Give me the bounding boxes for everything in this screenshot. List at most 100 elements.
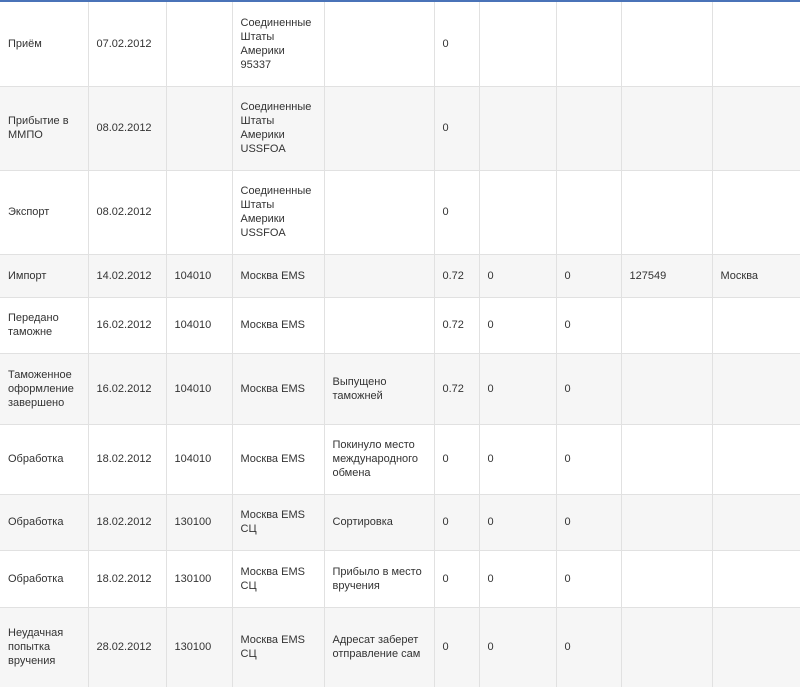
recipient-address-cell [712, 353, 800, 425]
weight-cell: 0 [434, 424, 480, 495]
declared-value-cell: 0 [479, 550, 557, 608]
index-cell: 130100 [166, 607, 233, 687]
attribute-cell [324, 254, 435, 298]
weight-cell: 0 [434, 494, 480, 551]
recipient-index-cell [621, 550, 713, 608]
recipient-address-cell [712, 424, 800, 495]
date-cell: 18.02.2012 [88, 494, 167, 551]
declared-value-cell: 0 [479, 353, 557, 425]
recipient-address-cell [712, 297, 800, 354]
cod-value-cell: 0 [556, 424, 622, 495]
index-cell: 104010 [166, 297, 233, 354]
recipient-index-cell [621, 607, 713, 687]
recipient-index-cell [621, 494, 713, 551]
attribute-cell [324, 2, 435, 87]
date-cell: 08.02.2012 [88, 86, 167, 171]
tracking-history-table: Приём 07.02.2012 Соединенные Штаты Амери… [0, 2, 800, 687]
declared-value-cell: 0 [479, 494, 557, 551]
weight-cell: 0 [434, 86, 480, 171]
weight-cell: 0 [434, 170, 480, 255]
cod-value-cell: 0 [556, 550, 622, 608]
recipient-index-cell: 127549 [621, 254, 713, 298]
date-cell: 14.02.2012 [88, 254, 167, 298]
index-cell: 104010 [166, 353, 233, 425]
declared-value-cell: 0 [479, 424, 557, 495]
declared-value-cell [479, 2, 557, 87]
table-row: Экспорт 08.02.2012 Соединенные Штаты Аме… [0, 170, 800, 255]
weight-cell: 0.72 [434, 297, 480, 354]
operation-cell: Передано таможне [0, 297, 89, 354]
cod-value-cell: 0 [556, 353, 622, 425]
operation-cell: Экспорт [0, 170, 89, 255]
place-cell: Соединенные Штаты Америки USSFOA [232, 170, 325, 255]
place-cell: Москва EMS СЦ [232, 550, 325, 608]
table-row: Передано таможне 16.02.2012 104010 Москв… [0, 297, 800, 354]
recipient-address-cell [712, 86, 800, 171]
table-row: Обработка 18.02.2012 130100 Москва EMS С… [0, 550, 800, 608]
weight-cell: 0.72 [434, 254, 480, 298]
place-cell: Москва EMS [232, 254, 325, 298]
index-cell: 130100 [166, 494, 233, 551]
recipient-address-cell: Москва [712, 254, 800, 298]
date-cell: 16.02.2012 [88, 353, 167, 425]
attribute-cell: Адресат заберет отправление сам [324, 607, 435, 687]
place-cell: Москва EMS СЦ [232, 607, 325, 687]
weight-cell: 0 [434, 607, 480, 687]
table-row: Неудачная попытка вручения 28.02.2012 13… [0, 607, 800, 687]
attribute-cell: Прибыло в место вручения [324, 550, 435, 608]
cod-value-cell: 0 [556, 254, 622, 298]
operation-cell: Импорт [0, 254, 89, 298]
cod-value-cell: 0 [556, 494, 622, 551]
date-cell: 08.02.2012 [88, 170, 167, 255]
table-row: Обработка 18.02.2012 104010 Москва EMS П… [0, 424, 800, 495]
recipient-address-cell [712, 2, 800, 87]
recipient-address-cell [712, 494, 800, 551]
weight-cell: 0.72 [434, 353, 480, 425]
declared-value-cell [479, 86, 557, 171]
place-cell: Москва EMS [232, 353, 325, 425]
recipient-index-cell [621, 297, 713, 354]
attribute-cell: Покинуло место международного обмена [324, 424, 435, 495]
attribute-cell [324, 297, 435, 354]
recipient-address-cell [712, 170, 800, 255]
recipient-index-cell [621, 86, 713, 171]
operation-cell: Обработка [0, 424, 89, 495]
operation-cell: Обработка [0, 550, 89, 608]
date-cell: 16.02.2012 [88, 297, 167, 354]
date-cell: 28.02.2012 [88, 607, 167, 687]
index-cell: 104010 [166, 254, 233, 298]
cod-value-cell [556, 86, 622, 171]
operation-cell: Обработка [0, 494, 89, 551]
attribute-cell: Сортировка [324, 494, 435, 551]
attribute-cell [324, 170, 435, 255]
recipient-index-cell [621, 353, 713, 425]
table-row: Обработка 18.02.2012 130100 Москва EMS С… [0, 494, 800, 551]
declared-value-cell: 0 [479, 297, 557, 354]
weight-cell: 0 [434, 550, 480, 608]
recipient-index-cell [621, 424, 713, 495]
index-cell: 104010 [166, 424, 233, 495]
table-row: Таможенное оформление завершено 16.02.20… [0, 353, 800, 425]
date-cell: 18.02.2012 [88, 550, 167, 608]
table-row: Приём 07.02.2012 Соединенные Штаты Амери… [0, 2, 800, 87]
place-cell: Соединенные Штаты Америки USSFOA [232, 86, 325, 171]
recipient-address-cell [712, 607, 800, 687]
operation-cell: Прибытие в ММПО [0, 86, 89, 171]
date-cell: 07.02.2012 [88, 2, 167, 87]
declared-value-cell: 0 [479, 607, 557, 687]
operation-cell: Приём [0, 2, 89, 87]
index-cell: 130100 [166, 550, 233, 608]
declared-value-cell [479, 170, 557, 255]
place-cell: Москва EMS СЦ [232, 494, 325, 551]
recipient-index-cell [621, 2, 713, 87]
weight-cell: 0 [434, 2, 480, 87]
operation-cell: Таможенное оформление завершено [0, 353, 89, 425]
operation-cell: Неудачная попытка вручения [0, 607, 89, 687]
attribute-cell: Выпущено таможней [324, 353, 435, 425]
cod-value-cell [556, 2, 622, 87]
recipient-index-cell [621, 170, 713, 255]
place-cell: Соединенные Штаты Америки 95337 [232, 2, 325, 87]
index-cell [166, 2, 233, 87]
cod-value-cell [556, 170, 622, 255]
declared-value-cell: 0 [479, 254, 557, 298]
